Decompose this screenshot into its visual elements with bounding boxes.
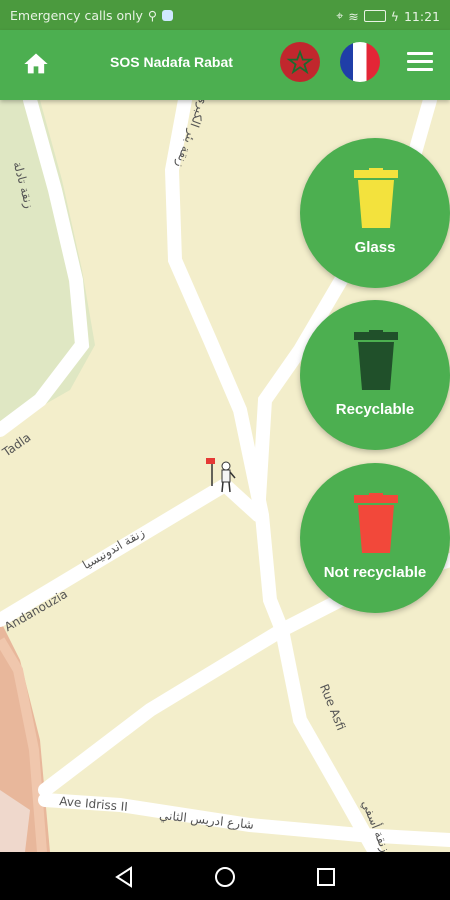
app-bar: SOS Nadafa Rabat [0,30,450,100]
trash-bin-icon [354,493,398,553]
recyclable-bin-button[interactable]: Recyclable [300,300,450,450]
app-title: SOS Nadafa Rabat [110,54,233,70]
back-icon[interactable] [113,866,135,888]
wifi-icon: ≋ [348,8,359,24]
map-view[interactable]: زنقة تادلة Tadla زنقة بئر الكبري زنقة ان… [0,100,450,852]
location-icon: ⌖ [336,8,344,23]
battery-icon [363,10,386,22]
home-nav-icon[interactable] [214,866,236,888]
user-location-marker[interactable] [206,456,236,496]
usb-icon: ⚲ [147,8,158,23]
clock: 11:21 [403,8,440,24]
glass-bin-button[interactable]: Glass [300,138,450,288]
charging-icon: ϟ [390,8,399,24]
recents-icon[interactable] [315,866,337,888]
menu-icon[interactable] [407,52,433,74]
bin-label: Recyclable [335,401,415,418]
carrier-text: Emergency calls only [10,8,143,23]
home-icon[interactable] [22,50,50,78]
status-bar: Emergency calls only ⚲ ⌖ ≋ ϟ 11:21 [0,0,450,30]
france-flag-icon[interactable] [340,42,380,82]
bin-label: Not recyclable [323,564,427,581]
shield-icon [162,10,174,21]
trash-bin-icon [354,330,398,390]
bin-label: Glass [354,239,396,256]
not-recyclable-bin-button[interactable]: Not recyclable [300,463,450,613]
trash-bin-icon [354,168,398,228]
morocco-flag-icon[interactable] [280,42,320,82]
system-navigation-bar [0,852,450,900]
